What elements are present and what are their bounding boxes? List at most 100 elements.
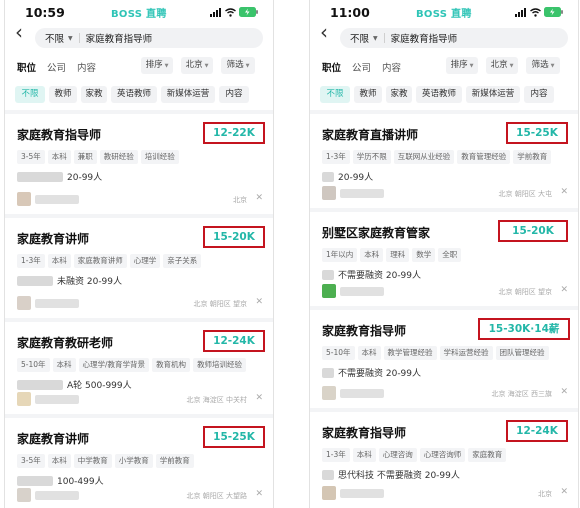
- close-icon[interactable]: ✕: [255, 297, 263, 307]
- search-query[interactable]: 家庭教育指导师: [86, 31, 153, 45]
- category-chip[interactable]: 英语教师: [111, 86, 157, 103]
- category-chip[interactable]: 英语教师: [416, 86, 462, 103]
- close-icon[interactable]: ✕: [560, 187, 568, 197]
- job-card[interactable]: 家庭教育教研老师 12-24K 5-10年 本科 心理学/教育学背景 教育机构 教师培训经验…: [5, 322, 273, 414]
- job-title[interactable]: 家庭教育直播讲师: [322, 126, 418, 143]
- filter-sort-button[interactable]: 排序 ▼: [141, 57, 173, 74]
- category-chip[interactable]: 教师: [49, 86, 77, 103]
- job-title[interactable]: 家庭教育讲师: [17, 230, 89, 247]
- status-bar: 10:59 BOSS 直聘: [5, 0, 273, 24]
- recruiter-name-blur: [340, 489, 384, 498]
- tab-companies[interactable]: 公司: [352, 60, 371, 74]
- company-meta: A轮 500-999人: [67, 381, 132, 391]
- company-meta: 100-499人: [57, 477, 104, 487]
- filter-sort-button[interactable]: 排序 ▼: [446, 57, 478, 74]
- job-card[interactable]: 家庭教育指导师 15-30K·14薪 5-10年 本科 教学管理经验 学科运营经验 团队管理…: [310, 310, 578, 408]
- job-tag: 学前教育: [155, 454, 194, 468]
- search-box[interactable]: 不限 ▼ 家庭教育指导师: [35, 28, 263, 48]
- recruiter-avatar: [322, 284, 336, 298]
- job-tag: 本科: [52, 358, 76, 372]
- job-title[interactable]: 家庭教育教研老师: [17, 334, 113, 351]
- signal-icon: [210, 7, 221, 17]
- category-chip[interactable]: 新媒体运营: [466, 86, 520, 103]
- status-bar: 11:00 BOSS 直聘: [310, 0, 578, 24]
- tabs-row: 职位 公司 内容 排序 ▼ 北京 ▼ 筛选 ▼: [310, 52, 578, 80]
- close-icon[interactable]: ✕: [255, 193, 263, 203]
- city-select[interactable]: 不限: [340, 31, 373, 45]
- recruiter-avatar: [322, 386, 336, 400]
- category-chip[interactable]: 内容: [219, 86, 249, 103]
- close-icon[interactable]: ✕: [255, 393, 263, 403]
- tab-jobs[interactable]: 职位: [322, 60, 341, 74]
- job-tags: 5-10年 本科 心理学/教育学背景 教育机构 教师培训经验: [17, 358, 265, 372]
- category-chip[interactable]: 家教: [81, 86, 107, 103]
- company-info: A轮 500-999人: [17, 378, 132, 391]
- category-chip[interactable]: 不限: [15, 86, 45, 103]
- job-tag: 兼职: [73, 150, 97, 164]
- job-title[interactable]: 家庭教育讲师: [17, 430, 89, 447]
- job-tags: 1-3年 本科 心理咨询 心理咨询师 家庭教育: [322, 448, 570, 462]
- company-meta: 20-99人: [338, 173, 374, 183]
- phone-screen-right: 11:00 BOSS 直聘 ‹ 不限 ▼ 家庭教育指导师 职位 公司 内容 排序 ▼ 北京 ▼ 筛选 ▼ 不限…: [309, 0, 579, 508]
- job-title[interactable]: 家庭教育指导师: [322, 424, 406, 441]
- close-icon[interactable]: ✕: [255, 489, 263, 499]
- tab-content[interactable]: 内容: [382, 60, 401, 74]
- job-tag: 心理学/教育学背景: [78, 358, 150, 372]
- filter-label: 排序: [450, 60, 468, 70]
- category-chip[interactable]: 内容: [524, 86, 554, 103]
- city-select[interactable]: 不限: [35, 31, 68, 45]
- back-arrow-icon[interactable]: ‹: [15, 22, 29, 42]
- job-tag: 学前教育: [513, 150, 552, 164]
- filter-city-button[interactable]: 北京 ▼: [181, 57, 213, 74]
- blurred-company-name: [322, 171, 334, 182]
- job-salary: 15-20K: [498, 220, 568, 242]
- job-tag: 教研经验: [99, 150, 138, 164]
- recruiter-name-blur: [35, 491, 79, 500]
- search-box[interactable]: 不限 ▼ 家庭教育指导师: [340, 28, 568, 48]
- job-title[interactable]: 家庭教育指导师: [17, 126, 101, 143]
- back-arrow-icon[interactable]: ‹: [320, 22, 334, 42]
- company-info: 20-99人: [322, 170, 373, 183]
- category-chip[interactable]: 不限: [320, 86, 350, 103]
- phone-screen-left: 10:59 BOSS 直聘 ‹ 不限 ▼ 家庭教育指导师 职位 公司 内容 排序 ▼ 北京 ▼ 筛选 ▼ 不限…: [4, 0, 274, 508]
- job-tag: 教学管理经验: [383, 346, 437, 360]
- close-icon[interactable]: ✕: [560, 387, 568, 397]
- job-tag: 3-5年: [17, 454, 45, 468]
- job-tag: 1-3年: [322, 448, 350, 462]
- job-tag: 教育机构: [152, 358, 191, 372]
- job-card[interactable]: 家庭教育讲师 15-20K 1-3年 本科 家庭教育讲师 心理学 亲子关系 未融资 20-99…: [5, 218, 273, 318]
- tab-content[interactable]: 内容: [77, 60, 96, 74]
- close-icon[interactable]: ✕: [560, 285, 568, 295]
- category-chip[interactable]: 新媒体运营: [161, 86, 215, 103]
- job-tag: 本科: [357, 346, 381, 360]
- job-tag: 5-10年: [322, 346, 355, 360]
- close-icon[interactable]: ✕: [560, 487, 568, 497]
- tab-companies[interactable]: 公司: [47, 60, 66, 74]
- job-card[interactable]: 家庭教育指导师 12-22K 3-5年 本科 兼职 教研经验 培训经验 20-99人 北京 ✕: [5, 114, 273, 214]
- job-tag: 学科运营经验: [439, 346, 493, 360]
- filter-city-button[interactable]: 北京 ▼: [486, 57, 518, 74]
- tab-jobs[interactable]: 职位: [17, 60, 36, 74]
- job-card[interactable]: 家庭教育直播讲师 15-25K 1-3年 学历不限 互联网从业经验 教育管理经验 学前教育 2…: [310, 114, 578, 208]
- filter-filter-button[interactable]: 筛选 ▼: [526, 57, 560, 74]
- job-title[interactable]: 家庭教育指导师: [322, 322, 406, 339]
- job-card[interactable]: 别墅区家庭教育管家 15-20K 1年以内 本科 理科 数学 全职 不需要融资 20-99人北…: [310, 212, 578, 306]
- search-query[interactable]: 家庭教育指导师: [391, 31, 458, 45]
- job-title[interactable]: 别墅区家庭教育管家: [322, 224, 430, 241]
- recruiter-name-blur: [35, 395, 79, 404]
- job-salary: 15-25K: [203, 426, 265, 448]
- category-chip[interactable]: 家教: [386, 86, 412, 103]
- job-tag: 本科: [47, 254, 71, 268]
- job-location: 北京 朝阳区 望京: [193, 300, 247, 308]
- category-chip[interactable]: 教师: [354, 86, 382, 103]
- blurred-company-name: [17, 475, 53, 486]
- battery-icon: [544, 7, 563, 17]
- filter-filter-button[interactable]: 筛选 ▼: [221, 57, 255, 74]
- company-info: 不需要融资 20-99人: [322, 268, 421, 281]
- recruiter-avatar: [17, 392, 31, 406]
- job-tags: 1年以内 本科 理科 数学 全职: [322, 248, 570, 262]
- job-card[interactable]: 家庭教育讲师 15-25K 3-5年 本科 中学教育 小学教育 学前教育 100-499人 北京…: [5, 418, 273, 508]
- job-card[interactable]: 家庭教育指导师 12-24K 1-3年 本科 心理咨询 心理咨询师 家庭教育 思代科技 不需要…: [310, 412, 578, 508]
- company-meta: 思代科技 不需要融资 20-99人: [338, 471, 460, 481]
- job-location: 北京 朝阳区 大屯: [498, 190, 552, 198]
